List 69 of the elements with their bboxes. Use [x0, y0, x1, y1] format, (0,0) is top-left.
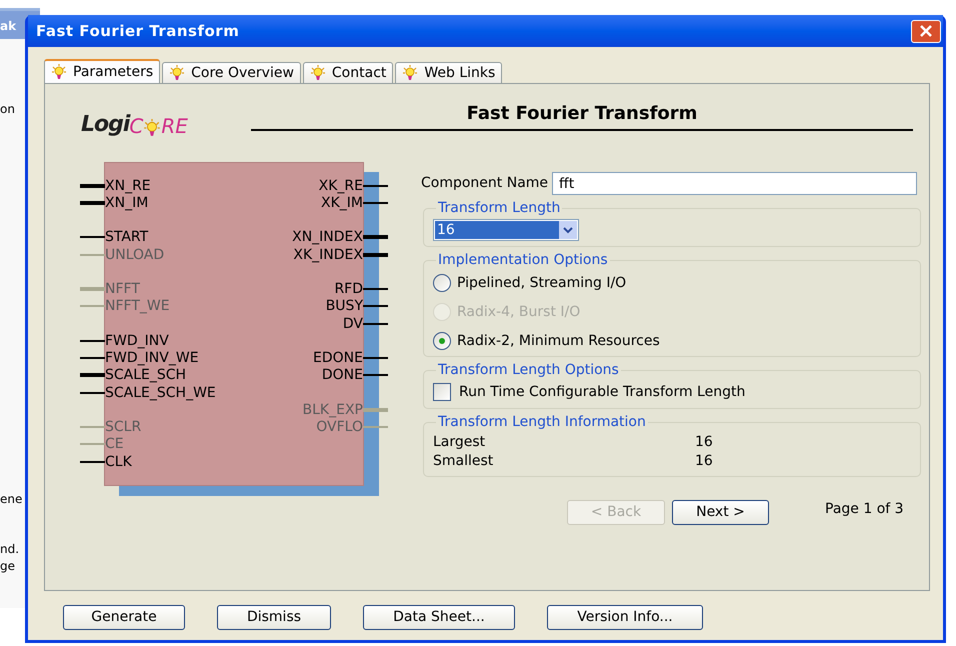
info-label: Largest — [433, 433, 486, 452]
port-label: EDONE — [313, 351, 363, 366]
lightbulb-icon — [310, 65, 326, 81]
radio-label: Radix-4, Burst I/O — [457, 302, 580, 322]
field-label: Component Name — [421, 174, 548, 193]
port-label: OVFLO — [316, 420, 363, 434]
lightbulb-icon — [51, 64, 67, 80]
group-title: Transform Length — [437, 199, 562, 218]
component-name-field[interactable]: fft — [552, 172, 917, 195]
group-title: Transform Length Information — [437, 413, 647, 432]
background-text: ak — [0, 18, 16, 35]
page-heading: Fast Fourier Transform — [466, 102, 698, 126]
group-title: Implementation Options — [437, 251, 609, 270]
close-icon — [919, 24, 933, 38]
port-label: START — [105, 230, 148, 244]
info-value: 16 — [695, 452, 713, 471]
port-label: CE — [105, 437, 124, 452]
lightbulb-icon — [402, 65, 418, 81]
radio-label: Pipelined, Streaming I/O — [457, 274, 626, 292]
port-label: SCALE_SCH_WE — [105, 386, 216, 400]
dropdown-value: 16 — [435, 221, 559, 239]
button[interactable]: Data Sheet... — [363, 605, 515, 630]
tab[interactable]: Contact — [302, 62, 394, 83]
background-text: nd. — [0, 541, 20, 558]
port-label: SCLR — [105, 420, 142, 434]
port-label: NFFT_WE — [105, 299, 170, 314]
port-label: NFFT — [105, 282, 140, 296]
lightbulb-icon — [143, 117, 162, 139]
window-title: Fast Fourier Transform — [36, 20, 240, 42]
port-label: XN_IM — [105, 196, 148, 210]
close-button[interactable] — [911, 20, 941, 42]
tab[interactable]: Parameters — [44, 59, 160, 83]
port-label: XK_RE — [318, 178, 363, 193]
radio-button[interactable] — [433, 274, 451, 292]
lightbulb-icon — [169, 65, 186, 81]
background-text: ge — [0, 558, 15, 575]
port-label: FWD_INV — [105, 334, 169, 348]
background-text: ene — [0, 491, 22, 508]
button[interactable]: Dismiss — [217, 605, 331, 630]
port-label: DV — [342, 316, 363, 331]
port-label: XK_INDEX — [293, 248, 363, 262]
length-dropdown[interactable]: 16 — [433, 219, 579, 241]
port-label: XN_INDEX — [292, 230, 363, 244]
port-label: DONE — [322, 368, 363, 382]
port-label: XK_IM — [321, 196, 363, 210]
tab[interactable]: Web Links — [395, 62, 502, 83]
next-button[interactable]: Next > — [672, 500, 769, 525]
port-label: BLK_EXP — [302, 402, 363, 417]
info-value: 16 — [695, 433, 713, 452]
port-label: BUSY — [326, 299, 363, 314]
port-label: SCALE_SCH — [105, 368, 186, 382]
background-text: on — [0, 101, 15, 118]
page-indicator: Page 1 of 3 — [825, 500, 904, 519]
radio-label: Radix-2, Minimum Resources — [457, 332, 660, 350]
port-label: FWD_INV_WE — [105, 351, 199, 366]
port-label: CLK — [105, 454, 132, 469]
group-title: Transform Length Options — [437, 361, 620, 380]
chevron-down-icon — [559, 221, 577, 239]
checkbox-label: Run Time Configurable Transform Length — [459, 382, 746, 402]
port-label: XN_RE — [105, 178, 151, 193]
button[interactable]: Version Info... — [547, 605, 703, 630]
info-label: Smallest — [433, 452, 494, 471]
logicore-logo: LogiC RE — [81, 111, 189, 141]
port-label: RFD — [334, 282, 363, 296]
radio-button[interactable] — [433, 332, 451, 350]
button[interactable]: Generate — [63, 605, 185, 630]
port-label: UNLOAD — [105, 248, 164, 262]
checkbox[interactable] — [433, 383, 451, 401]
tab[interactable]: Core Overview — [162, 62, 301, 83]
